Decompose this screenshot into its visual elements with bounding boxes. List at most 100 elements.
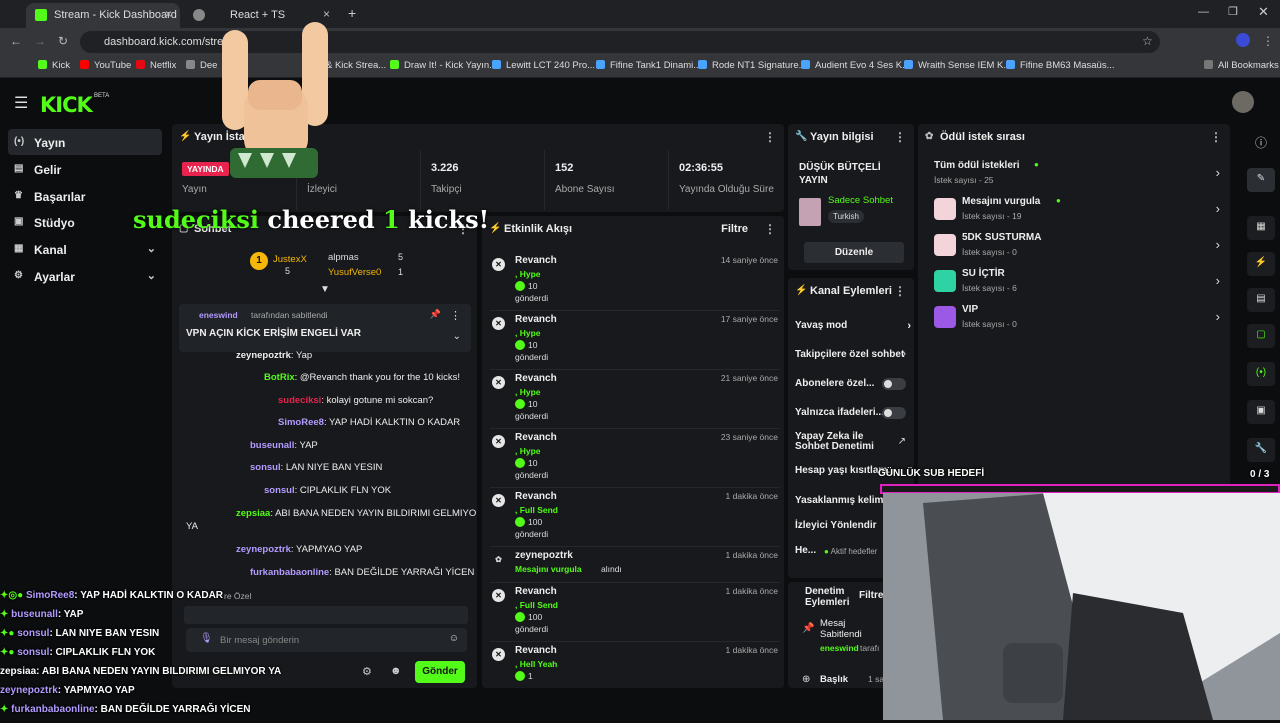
layout-icon[interactable]: ▦ [1247,216,1275,240]
kick-favicon-icon [35,9,47,21]
kick-logo[interactable]: KICK [40,93,93,117]
stat-followers: 3.226 Takipçi [420,150,544,210]
kick-icon: ✕ [492,258,505,271]
hamburger-menu-icon[interactable]: ☰ [14,93,28,113]
reward-item-all[interactable]: Tüm ödül istekleri ● İstek sayısı - 25 › [934,158,1224,192]
external-link-icon[interactable]: ↗ [898,436,906,447]
edit-button[interactable]: Düzenle [804,242,904,263]
bookmark-rode[interactable]: Rode NT1 Signature... [698,60,807,71]
bot-icon[interactable]: ☻ [390,665,402,677]
subs-only-toggle[interactable] [882,378,906,390]
forward-icon[interactable]: → [34,34,46,48]
sidebar-item-ayarlar[interactable]: ⚙ Ayarlar ⌄ [8,263,162,289]
bookmark-kick-stream[interactable]: & Kick Strea... [326,60,386,71]
broadcast-icon[interactable]: (•) [1247,362,1275,386]
avatar[interactable] [1232,91,1254,113]
close-window-icon[interactable]: ✕ [1258,4,1269,20]
bookmark-kick[interactable]: Kick [38,60,70,71]
chat-message: zepsiaa: ABI BANA NEDEN YAYIN BILDIRIMI … [236,508,477,519]
save-icon[interactable]: ▣ [1247,400,1275,424]
more-options-icon[interactable]: ⋮ [764,222,776,236]
wrench-icon[interactable]: 🔧 [1247,438,1275,462]
chat-message: SimoRee8: YAP HADİ KALKTIN O KADAR [278,417,461,428]
action-ai-moderation[interactable]: Yapay Zeka ile Sohbet Denetimi [795,432,891,452]
bookmark-dee[interactable]: Dee [186,60,217,71]
overlay-chat-line: ✦◎● SimoRee8: YAP HADİ KALKTIN O KADAR [0,590,224,601]
top-user-count: 5 [285,266,291,276]
top-user-count: 1 [398,267,404,277]
panel-title: Denetim Eylemleri [805,586,850,608]
reward-item-mute[interactable]: 5DK SUSTURMA İstek sayısı - 0 › [934,230,1224,264]
more-options-icon[interactable]: ⋮ [450,309,461,322]
tab-label: Stream - Kick Dashboard [54,9,177,21]
star-icon[interactable]: ☆ [1142,34,1153,48]
filter-button[interactable]: Filtre [859,590,883,601]
action-goals[interactable]: He... [795,545,825,556]
more-options-icon[interactable]: ⋮ [1210,130,1222,144]
chat-input[interactable]: Bir mesaj gönderin 🎙 ☺ [186,628,467,652]
action-slow-mode[interactable]: Yavaş mod › [795,320,911,332]
pin-icon[interactable]: 📌 [430,309,441,320]
reward-item-water[interactable]: SU İÇTİR İstek sayısı - 6 › [934,266,1224,300]
minimize-icon[interactable]: — [1198,6,1209,18]
action-emotes-only[interactable]: Yalnızca ifadeleri... [795,407,885,418]
reload-icon[interactable]: ↻ [58,34,68,48]
more-options-icon[interactable]: ⋮ [894,284,906,298]
chevron-down-icon: ⌄ [146,243,156,255]
bookmark-fifine-tank[interactable]: Fifine Tank1 Dinami... [596,60,701,71]
action-followers-only[interactable]: Takipçilere özel sohbet [795,349,907,360]
edit-icon[interactable]: ✎ [1247,168,1275,192]
chevron-down-icon[interactable]: ⌄ [453,331,461,342]
sidebar-item-kanal[interactable]: ▦ Kanal ⌄ [8,236,162,262]
reward-item-vip[interactable]: VIP İstek sayısı - 0 › [934,302,1224,336]
lightning-icon[interactable]: ⚡ [1247,252,1275,276]
chat-icon[interactable]: ▢ [1247,324,1275,348]
video-icon: ▣ [14,216,24,227]
bookmark-wraith[interactable]: Wraith Sense IEM K... [904,60,1011,71]
broadcast-icon: (•) [14,136,25,147]
chevron-right-icon: › [902,348,906,360]
profile-icon[interactable] [1236,33,1250,47]
chat-message: zeynepoztrk: Yap [236,350,313,361]
expand-leaderboard-icon[interactable]: ▼ [320,284,330,295]
language-tag: Turkish [828,210,864,223]
sidebar-item-gelir[interactable]: ▤ Gelir [8,156,162,182]
emotes-only-toggle[interactable] [882,407,906,419]
activity-event: ✕ Revanch 1 dakika önce, Full Send 100 gönde… [490,583,780,642]
more-options-icon[interactable]: ⋮ [764,130,776,144]
activity-event: ✕ Revanch 17 saniye önce, Hype 10 gönderdi [490,311,780,370]
sidebar-item-yayin[interactable]: (•) Yayın [8,129,162,155]
emoji-icon[interactable]: ☺ [449,633,459,644]
bookmark-audient[interactable]: Audient Evo 4 Ses K... [801,60,910,71]
back-icon[interactable]: ← [10,34,22,48]
info-icon[interactable]: ⓘ [1255,134,1267,151]
wrench-icon: 🔧 [795,131,808,142]
bookmarks-bar: Kick YouTube Netflix Dee & Kick Strea...… [0,56,1280,78]
chat-settings-icon[interactable]: ⚙ [362,665,372,678]
maximize-icon[interactable]: ❐ [1228,5,1238,18]
webcam-feed [883,493,1280,720]
bookmark-lewitt[interactable]: Lewitt LCT 240 Pro... [492,60,595,71]
bookmark-fifine-bm63[interactable]: Fifine BM63 Masaüs... [1006,60,1115,71]
category-name[interactable]: Sadece Sohbet [828,195,893,206]
emote-bar[interactable] [184,606,468,624]
bookmark-youtube[interactable]: YouTube [80,60,131,71]
active-goals-label: ● Aktif hedefler [824,547,878,556]
reward-item-highlight[interactable]: Mesajını vurgula ● İstek sayısı - 19 › [934,194,1224,228]
all-bookmarks[interactable]: All Bookmarks [1204,60,1279,71]
tab-kick-dashboard[interactable]: Stream - Kick Dashboard × [26,3,180,28]
document-icon[interactable]: ▤ [1247,288,1275,312]
action-subs-only[interactable]: Abonelere özel... [795,378,875,389]
bookmark-draw-it[interactable]: Draw It! - Kick Yayın... [390,60,497,71]
pinned-message[interactable]: eneswind tarafından sabitlendi VPN AÇIN … [179,304,471,352]
new-tab-button[interactable]: + [348,5,356,21]
bookmark-netflix[interactable]: Netflix [136,60,176,71]
microphone-icon[interactable]: 🎙 [200,633,213,644]
globe-icon [193,9,205,21]
filter-button[interactable]: Filtre [721,223,748,235]
send-button[interactable]: Gönder [415,661,465,683]
close-tab-icon[interactable]: × [165,7,172,21]
more-options-icon[interactable]: ⋮ [894,130,906,144]
top-user-count: 5 [398,252,404,262]
menu-kebab-icon[interactable]: ⋮ [1262,34,1274,48]
